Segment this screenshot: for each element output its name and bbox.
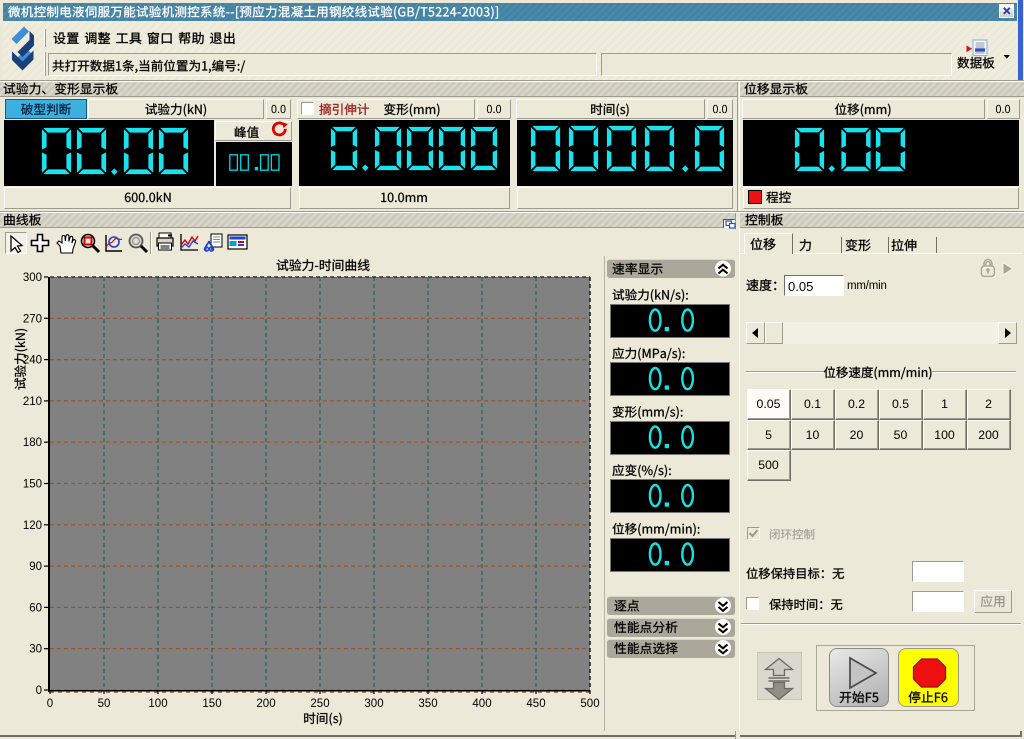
svg-text:270: 270 [23,313,42,325]
svg-text:50: 50 [98,698,111,710]
svg-text:120: 120 [23,520,42,532]
svg-text:60: 60 [29,602,42,614]
svg-text:400: 400 [472,698,491,710]
svg-text:450: 450 [526,698,545,710]
svg-text:180: 180 [23,437,42,449]
svg-text:0: 0 [47,698,53,710]
svg-text:500: 500 [580,698,599,710]
svg-text:100: 100 [148,698,167,710]
svg-text:350: 350 [418,698,437,710]
svg-text:30: 30 [29,644,42,656]
svg-text:300: 300 [364,698,383,710]
svg-text:300: 300 [23,272,42,284]
svg-text:90: 90 [29,561,42,573]
svg-text:250: 250 [310,698,329,710]
svg-text:150: 150 [202,698,221,710]
svg-text:210: 210 [23,396,42,408]
svg-text:150: 150 [23,479,42,491]
svg-text:0: 0 [36,685,42,697]
svg-text:200: 200 [256,698,275,710]
